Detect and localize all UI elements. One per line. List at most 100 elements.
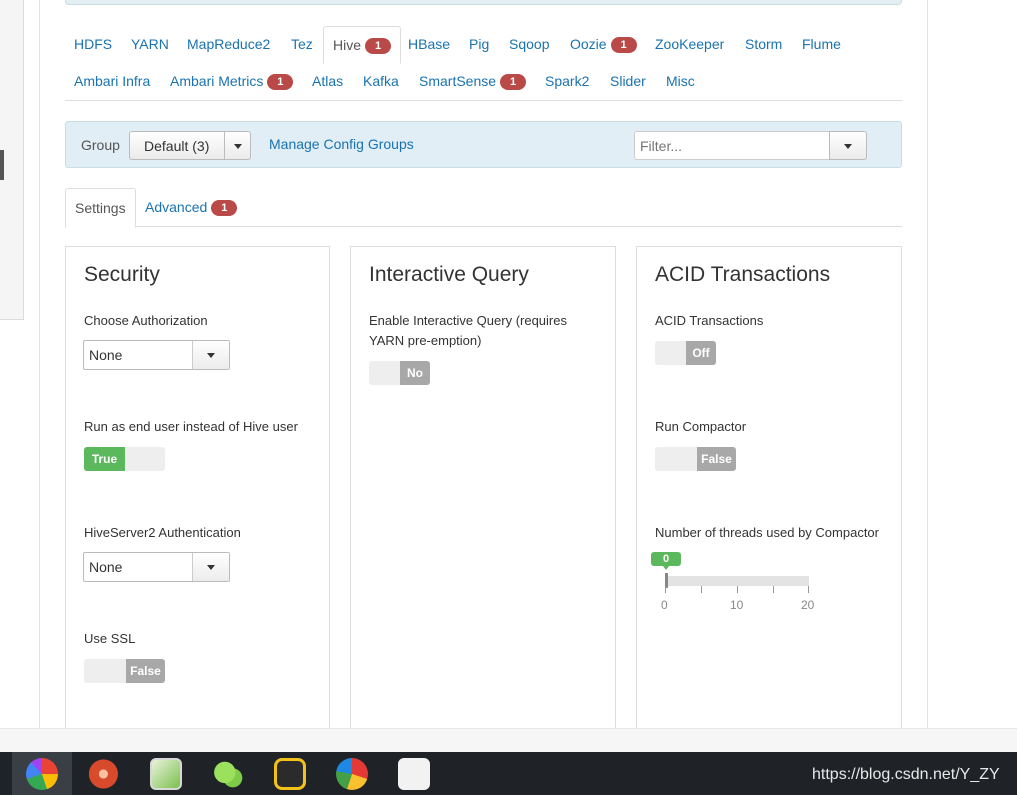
notepad-app-icon[interactable] — [150, 758, 182, 790]
filter-dropdown-button[interactable] — [829, 131, 867, 160]
alert-count-badge: 1 — [267, 74, 294, 90]
dropdown-toggle[interactable] — [192, 341, 229, 369]
tab-mapreduce2[interactable]: MapReduce2 — [178, 26, 279, 63]
tab-sqoop[interactable]: Sqoop — [500, 26, 558, 63]
tab-kafka[interactable]: Kafka — [354, 63, 408, 100]
compactor-threads-slider[interactable]: 0 0 10 20 — [651, 552, 821, 612]
choose-authorization-select[interactable]: None — [83, 340, 230, 370]
tab-label: MapReduce2 — [187, 36, 271, 52]
tab-pig[interactable]: Pig — [460, 26, 498, 63]
filter-input[interactable] — [634, 131, 830, 160]
config-sub-tabs: Settings Advanced 1 — [65, 188, 902, 228]
sidebar-scroll-marker[interactable] — [0, 150, 4, 180]
toggle-state: False — [697, 447, 736, 471]
tab-smartsense[interactable]: SmartSense 1 — [410, 63, 535, 100]
browser-app-icon[interactable] — [26, 758, 58, 790]
hs2-authentication-select[interactable]: None — [83, 552, 230, 582]
config-group-dropdown[interactable]: Default (3) — [129, 131, 251, 160]
tab-label: Spark2 — [545, 73, 590, 89]
caret-down-icon — [844, 143, 852, 149]
tab-yarn[interactable]: YARN — [122, 26, 178, 63]
slider-tick — [773, 586, 774, 593]
content-border-left — [39, 0, 40, 728]
run-compactor-toggle[interactable]: False — [655, 447, 736, 471]
select-value: None — [89, 347, 123, 363]
tab-settings[interactable]: Settings — [65, 188, 136, 228]
card-title: Security — [84, 263, 160, 286]
config-group-value: Default (3) — [144, 138, 210, 154]
tab-label: YARN — [131, 36, 169, 52]
tab-label: SmartSense — [419, 73, 497, 89]
top-info-panel — [65, 0, 902, 5]
toggle-state: Off — [686, 341, 716, 365]
tab-label: Misc — [666, 73, 695, 89]
tab-atlas[interactable]: Atlas — [303, 63, 352, 100]
acid-transactions-card: ACID Transactions ACID Transactions Off … — [636, 246, 902, 736]
slider-tick — [665, 586, 666, 593]
os-taskbar: https://blog.csdn.net/Y_ZY — [0, 752, 1017, 795]
tab-storm[interactable]: Storm — [736, 26, 791, 63]
tab-label: Hive — [333, 37, 362, 53]
group-label: Group — [81, 137, 120, 153]
config-group-bar: Group Default (3) Manage Config Groups — [65, 121, 902, 168]
label-line: Enable Interactive Query (requires — [369, 313, 567, 328]
content-border-right — [927, 0, 928, 728]
alert-count-badge: 1 — [211, 200, 238, 216]
slider-tick-label: 0 — [661, 598, 668, 612]
run-as-end-user-toggle[interactable]: True — [84, 447, 165, 471]
tab-label: Ambari Infra — [74, 73, 151, 89]
tab-label: Storm — [745, 36, 783, 52]
compactor-threads-label: Number of threads used by Compactor — [655, 525, 879, 540]
tab-hive[interactable]: Hive 1 — [323, 26, 402, 64]
acid-transactions-toggle[interactable]: Off — [655, 341, 716, 365]
tab-ambari-metrics[interactable]: Ambari Metrics 1 — [161, 63, 302, 100]
caret-down-icon — [207, 353, 215, 358]
typora-app-icon[interactable] — [398, 758, 430, 790]
hs2-authentication-label: HiveServer2 Authentication — [84, 525, 241, 540]
tab-zookeeper[interactable]: ZooKeeper — [646, 26, 733, 63]
tab-slider[interactable]: Slider — [601, 63, 655, 100]
tab-label: Ambari Metrics — [170, 73, 264, 89]
tab-label: HBase — [408, 36, 451, 52]
tab-label: Sqoop — [509, 36, 550, 52]
use-ssl-toggle[interactable]: False — [84, 659, 165, 683]
toggle-state: False — [126, 659, 165, 683]
tab-advanced[interactable]: Advanced 1 — [136, 188, 246, 227]
tab-label: Advanced — [145, 199, 208, 215]
enable-interactive-query-toggle[interactable]: No — [369, 361, 430, 385]
tab-spark2[interactable]: Spark2 — [536, 63, 598, 100]
slider-tick-label: 20 — [801, 598, 815, 612]
use-ssl-label: Use SSL — [84, 631, 136, 646]
tab-tez[interactable]: Tez — [282, 26, 322, 63]
dropdown-toggle[interactable] — [224, 132, 250, 159]
card-title: Interactive Query — [369, 263, 529, 286]
enable-interactive-query-label: Enable Interactive Query (requires YARN … — [369, 311, 567, 351]
slider-tick — [737, 586, 738, 593]
tab-label: HDFS — [74, 36, 113, 52]
tab-label: Settings — [75, 200, 126, 216]
tab-misc[interactable]: Misc — [657, 63, 704, 100]
run-as-end-user-label: Run as end user instead of Hive user — [84, 419, 298, 434]
tab-label: ZooKeeper — [655, 36, 725, 52]
card-title: ACID Transactions — [655, 263, 831, 286]
tab-hdfs[interactable]: HDFS — [65, 26, 121, 63]
slider-tick — [808, 586, 809, 593]
dropdown-toggle[interactable] — [192, 553, 229, 581]
tab-label: Oozie — [570, 36, 607, 52]
toggle-state: True — [84, 447, 125, 471]
tab-ambari-infra[interactable]: Ambari Infra — [65, 63, 159, 100]
tab-hbase[interactable]: HBase — [399, 26, 459, 63]
choose-authorization-label: Choose Authorization — [84, 313, 208, 328]
g-app-icon[interactable] — [274, 758, 306, 790]
tab-oozie[interactable]: Oozie 1 — [561, 26, 646, 63]
run-compactor-label: Run Compactor — [655, 419, 747, 434]
slider-track[interactable] — [665, 576, 809, 586]
caret-down-icon — [233, 143, 242, 149]
alert-count-badge: 1 — [610, 37, 637, 53]
snail-app-icon[interactable] — [89, 758, 121, 790]
wechat-app-icon[interactable] — [212, 758, 244, 790]
tab-label: Flume — [802, 36, 841, 52]
colorful-app-icon[interactable] — [336, 758, 368, 790]
tab-flume[interactable]: Flume — [793, 26, 850, 63]
manage-config-groups-link[interactable]: Manage Config Groups — [269, 136, 414, 152]
